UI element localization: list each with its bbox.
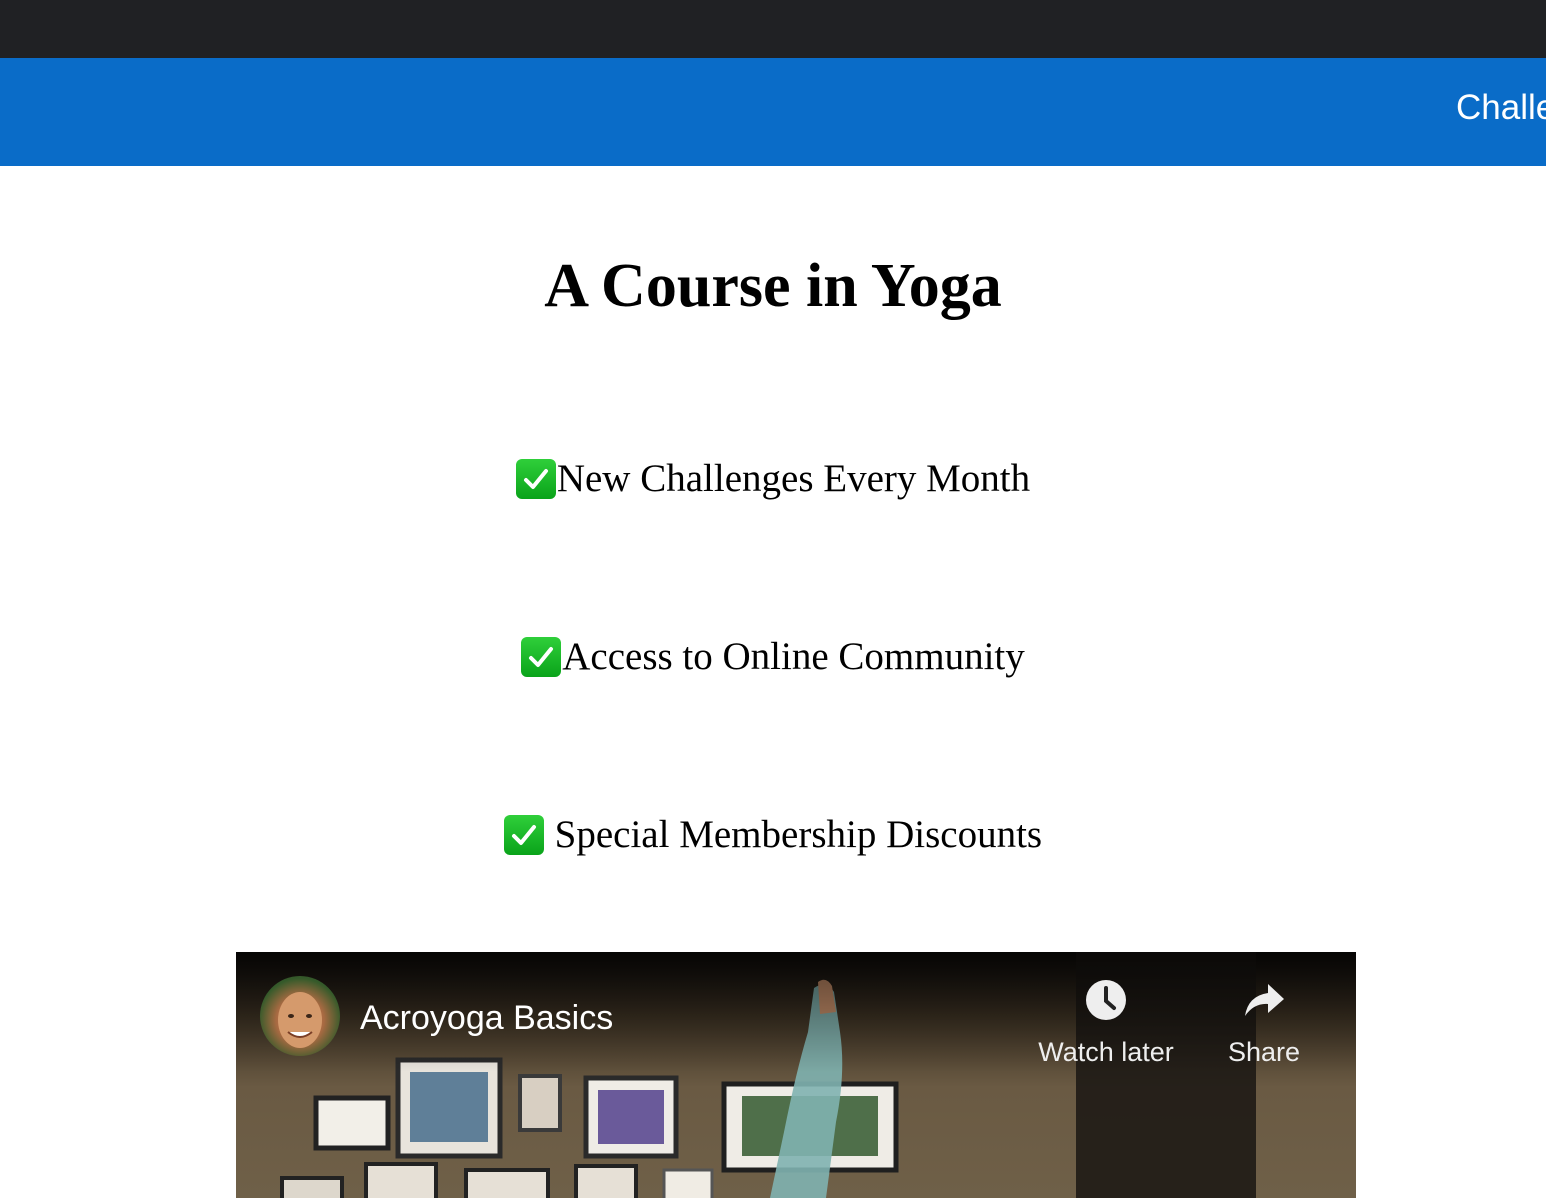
share-button[interactable]: Share	[1216, 978, 1312, 1068]
embedded-video-player[interactable]: Acroyoga Basics Watch later Share	[236, 952, 1356, 1198]
feature-text: New Challenges Every Month	[556, 457, 1031, 500]
share-label: Share	[1227, 1037, 1301, 1067]
feature-item: New Challenges Every Month	[0, 456, 1546, 502]
feature-text: Access to Online Community	[562, 635, 1025, 678]
feature-text: Special Membership Discounts	[544, 813, 1043, 856]
feature-item: Special Membership Discounts	[0, 812, 1546, 858]
clock-icon	[1086, 980, 1126, 1020]
feature-item: Access to Online Community	[0, 634, 1546, 680]
check-mark-icon	[521, 637, 562, 677]
watch-later-label: Watch later	[1038, 1037, 1174, 1067]
nav-link-challenges[interactable]: Challe	[1456, 88, 1546, 128]
watch-later-button[interactable]: Watch later	[1034, 978, 1178, 1068]
check-mark-icon	[503, 815, 544, 855]
page-title: A Course in Yoga	[544, 252, 1002, 320]
share-arrow-icon	[1245, 984, 1284, 1016]
check-mark-icon	[515, 459, 556, 499]
site-nav-bar: Challe	[0, 58, 1546, 166]
video-title[interactable]: Acroyoga Basics	[360, 996, 613, 1040]
channel-avatar[interactable]	[260, 976, 340, 1056]
browser-top-bar	[0, 0, 1546, 58]
